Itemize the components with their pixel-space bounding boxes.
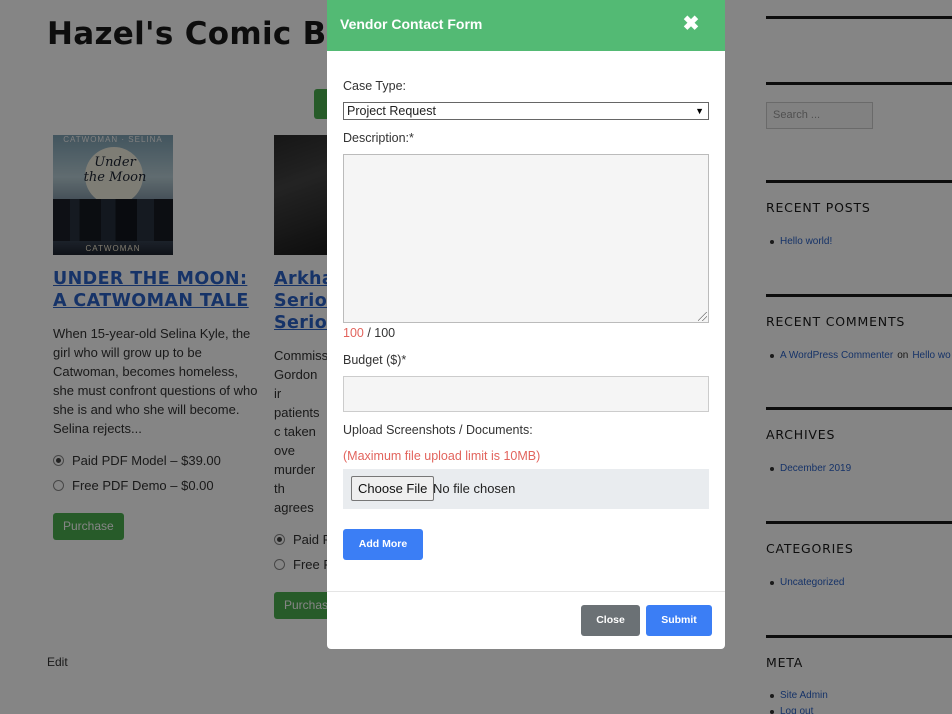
char-counter: 100 / 100 — [343, 326, 395, 340]
file-status-text: No file chosen — [433, 481, 516, 496]
char-max: 100 — [374, 326, 396, 340]
budget-label: Budget ($)* — [343, 353, 407, 367]
dropdown-arrow-icon: ▼ — [695, 106, 704, 116]
modal-title: Vendor Contact Form — [340, 16, 483, 32]
modal-footer-divider — [327, 591, 725, 592]
choose-file-button[interactable]: Choose File — [351, 476, 435, 501]
description-label: Description:* — [343, 131, 414, 145]
char-count: 100 — [343, 326, 364, 340]
upload-label: Upload Screenshots / Documents: — [343, 423, 533, 437]
close-icon[interactable]: ✖ — [681, 13, 701, 35]
resize-handle-icon[interactable] — [698, 312, 707, 321]
add-more-button[interactable]: Add More — [343, 529, 423, 560]
case-type-value: Project Request — [347, 104, 436, 118]
close-button[interactable]: Close — [581, 605, 640, 636]
description-textarea[interactable] — [343, 154, 709, 323]
case-type-label: Case Type: — [343, 79, 407, 93]
budget-input[interactable] — [343, 376, 709, 412]
file-upload-zone: Choose File No file chosen — [343, 469, 709, 509]
submit-button[interactable]: Submit — [646, 605, 712, 636]
char-separator: / — [363, 326, 375, 340]
modal-header: Vendor Contact Form ✖ — [327, 0, 725, 51]
upload-limit-note: (Maximum file upload limit is 10MB) — [343, 449, 541, 463]
case-type-select[interactable]: Project Request ▼ — [343, 102, 709, 120]
vendor-contact-modal: Vendor Contact Form ✖ Case Type: Project… — [327, 0, 725, 649]
